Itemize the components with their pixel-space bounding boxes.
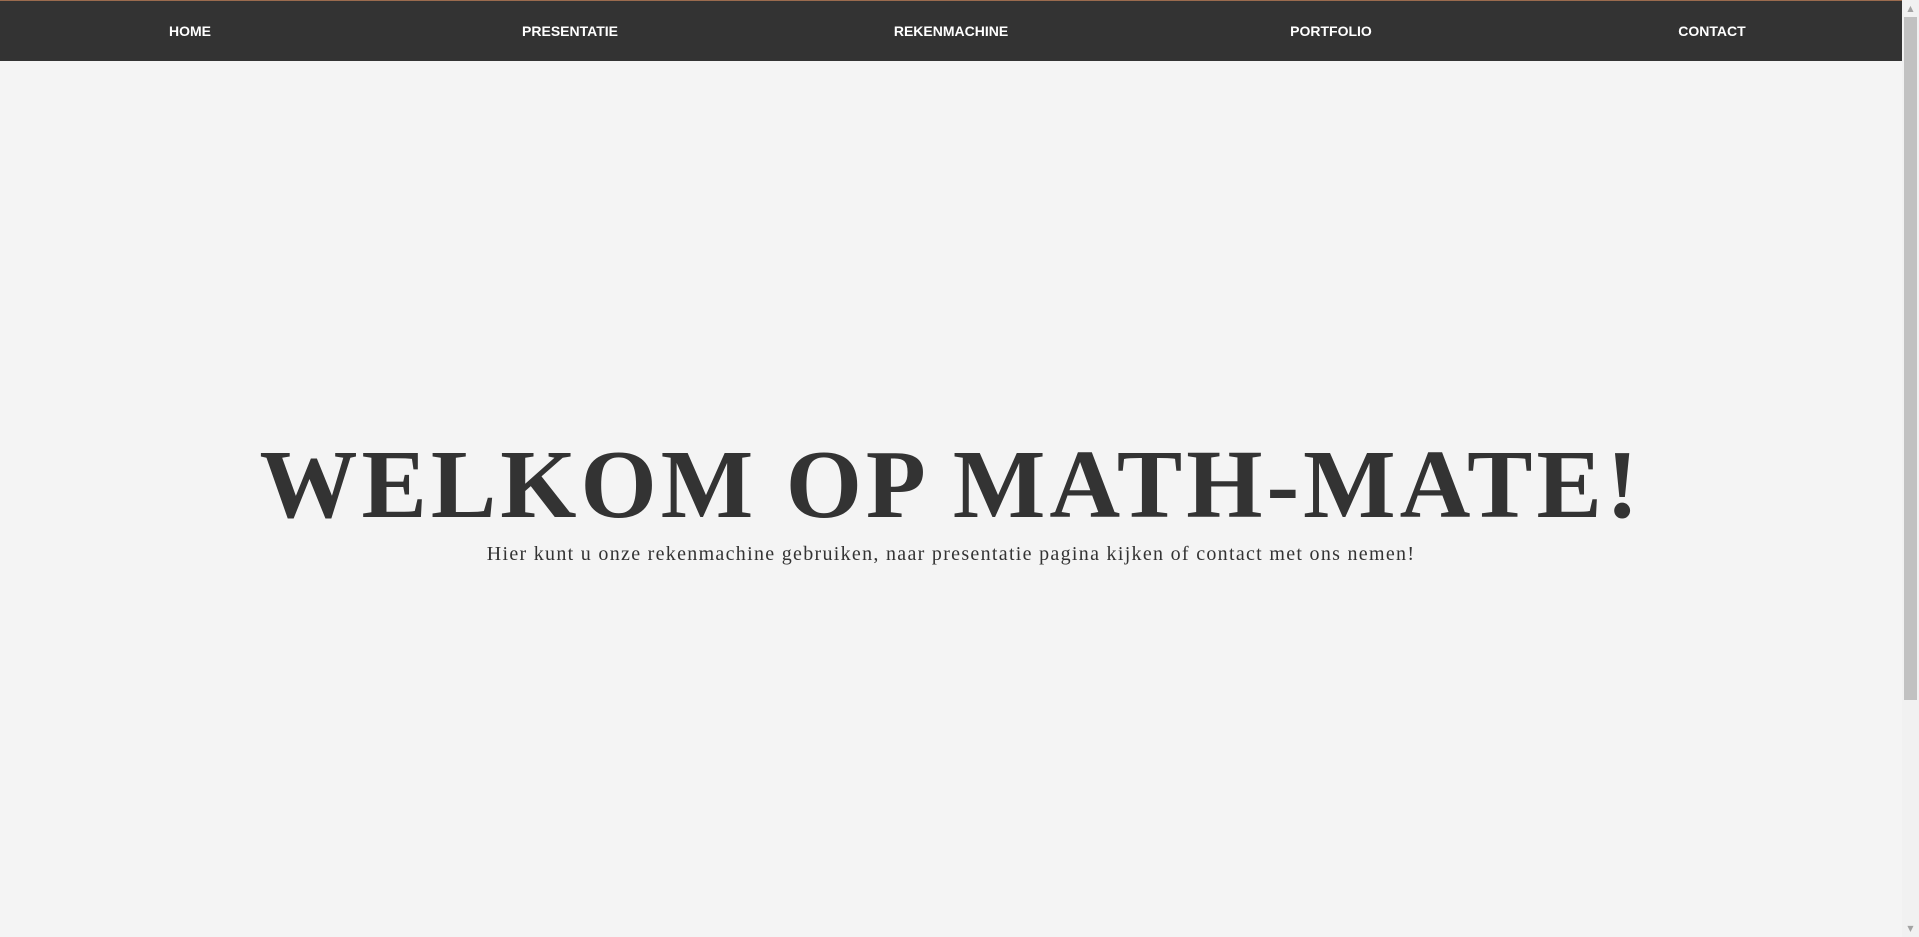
nav-item-home[interactable]: HOME [0,1,380,61]
page: HOME PRESENTATIE REKENMACHINE PORTFOLIO … [0,0,1902,937]
scroll-up-arrow-icon[interactable]: ▲ [1902,0,1919,17]
nav-item-presentatie[interactable]: PRESENTATIE [380,1,760,61]
scroll-down-arrow-icon[interactable]: ▼ [1902,920,1919,937]
nav-item-contact[interactable]: CONTACT [1522,1,1902,61]
hero-subtitle: Hier kunt u onze rekenmachine gebruiken,… [486,543,1416,565]
scrollbar-thumb[interactable] [1904,17,1917,700]
vertical-scrollbar[interactable]: ▲ ▼ [1902,0,1919,937]
top-navbar: HOME PRESENTATIE REKENMACHINE PORTFOLIO … [0,0,1902,61]
hero-section: WELKOM OP MATH-MATE! Hier kunt u onze re… [0,430,1902,568]
nav-item-rekenmachine[interactable]: REKENMACHINE [761,1,1141,61]
nav-item-portfolio[interactable]: PORTFOLIO [1141,1,1521,61]
hero-title: WELKOM OP MATH-MATE! [259,431,1643,539]
